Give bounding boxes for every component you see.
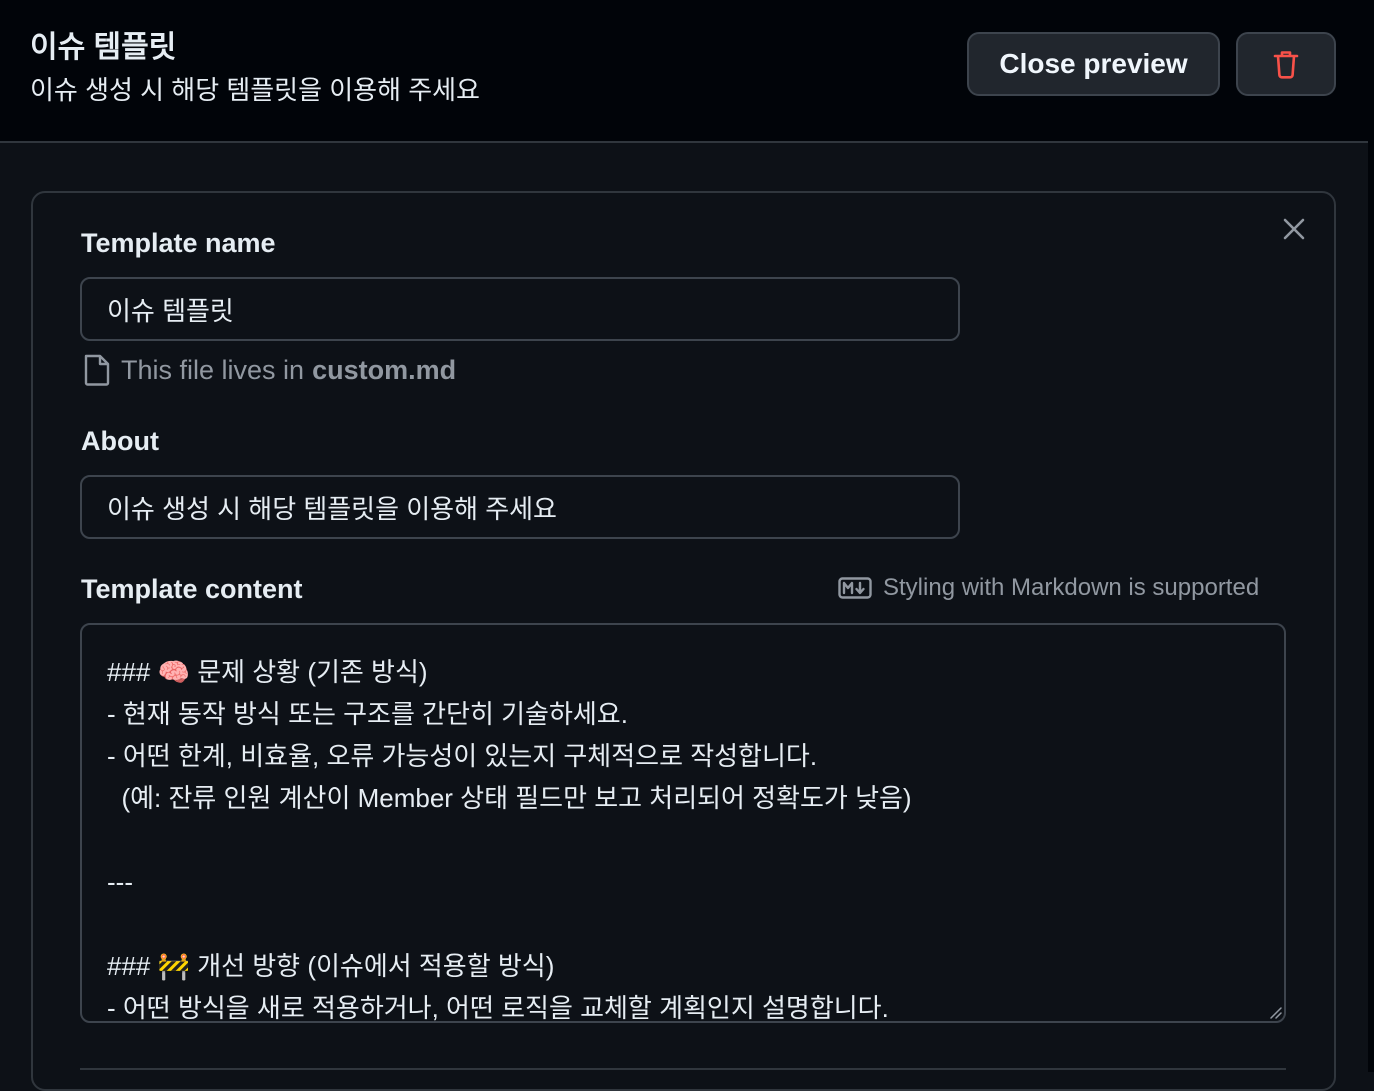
- about-label: About: [81, 426, 159, 456]
- about-input[interactable]: 이슈 생성 시 해당 템플릿을 이용해 주세요: [80, 475, 960, 539]
- content-line: ---: [107, 867, 133, 897]
- content-line: - 현재 동작 방식 또는 구조를 간단히 기술하세요.: [107, 699, 628, 729]
- window-edge: [1368, 0, 1374, 1072]
- content-line: [107, 903, 1284, 945]
- template-content-label: Template content: [81, 574, 303, 604]
- close-preview-button[interactable]: Close preview: [967, 32, 1220, 96]
- resize-handle-icon[interactable]: [1268, 1005, 1282, 1019]
- delete-template-button[interactable]: [1236, 32, 1336, 96]
- markdown-hint: Styling with Markdown is supported: [838, 574, 1259, 602]
- file-icon: [84, 354, 110, 386]
- template-name-input[interactable]: 이슈 템플릿: [80, 277, 960, 341]
- template-content-textarea[interactable]: ### 🧠 문제 상황 (기존 방식) - 현재 동작 방식 또는 구조를 간단…: [80, 623, 1286, 1023]
- dialog-header: 이슈 템플릿 이슈 생성 시 해당 템플릿을 이용해 주세요 Close pre…: [0, 0, 1368, 143]
- markdown-hint-text: Styling with Markdown is supported: [883, 574, 1260, 601]
- template-name-label: Template name: [81, 228, 276, 258]
- divider: [80, 1068, 1286, 1070]
- content-line: (예: 잔류 인원 계산이 Member 상태 필드만 보고 처리되어 정확도가…: [107, 783, 912, 813]
- file-hint-filename: custom.md: [312, 354, 457, 385]
- file-hint-text: This file lives in: [121, 354, 305, 385]
- file-location-hint: This file lives in custom.md: [82, 353, 456, 387]
- content-line: [107, 819, 1284, 861]
- content-line: ### 🚧 개선 방향 (이슈에서 적용할 방식): [107, 951, 555, 981]
- page-subtitle: 이슈 생성 시 해당 템플릿을 이용해 주세요: [30, 75, 480, 105]
- markdown-icon: [838, 577, 872, 599]
- trash-icon: [1273, 51, 1299, 79]
- page-title: 이슈 템플릿: [30, 31, 177, 64]
- content-line: ### 🧠 문제 상황 (기존 방식): [107, 657, 428, 687]
- content-line: - 어떤 한계, 비효율, 오류 가능성이 있는지 구체적으로 작성합니다.: [107, 741, 818, 771]
- content-line: - 어떤 방식을 새로 적용하거나, 어떤 로직을 교체할 계획인지 설명합니다…: [107, 993, 889, 1023]
- close-icon[interactable]: [1281, 216, 1307, 242]
